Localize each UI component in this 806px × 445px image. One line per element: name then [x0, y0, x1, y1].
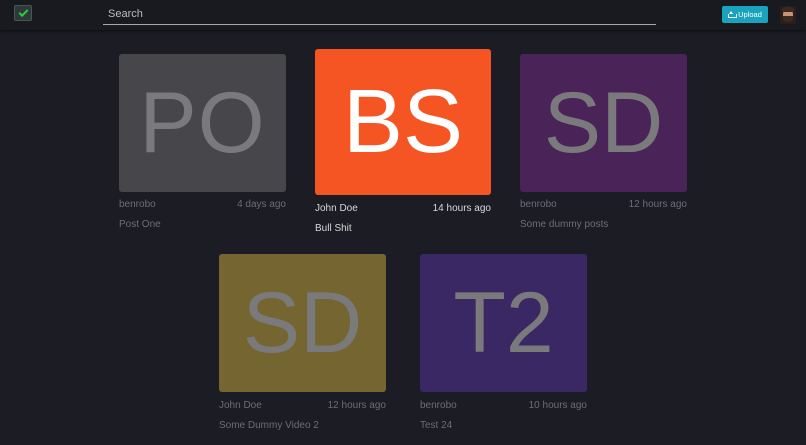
search-bar — [103, 4, 656, 25]
post-meta: benrobo 4 days ago — [119, 199, 286, 210]
post-time: 4 days ago — [237, 199, 286, 210]
upload-button[interactable]: Upload — [722, 6, 768, 23]
post-time: 12 hours ago — [628, 199, 687, 210]
post-title[interactable]: Bull Shit — [315, 223, 352, 234]
post-title[interactable]: Some Dummy Video 2 — [219, 420, 319, 431]
top-navbar: Upload — [0, 0, 806, 30]
post-time: 14 hours ago — [432, 203, 491, 214]
post-thumbnail[interactable]: BS — [315, 49, 491, 195]
post-initials: T2 — [453, 274, 554, 371]
post-thumbnail[interactable]: T2 — [420, 254, 587, 392]
post-thumbnail[interactable]: SD — [219, 254, 386, 392]
post-title[interactable]: Post One — [119, 219, 161, 230]
post-initials: SD — [543, 74, 664, 171]
upload-button-label: Upload — [738, 10, 762, 19]
checkmark-logo-icon[interactable] — [14, 5, 32, 21]
user-avatar[interactable] — [780, 6, 796, 24]
post-title[interactable]: Some dummy posts — [520, 219, 608, 230]
post-thumbnail[interactable]: PO — [119, 54, 286, 192]
search-input[interactable] — [103, 8, 656, 20]
post-author: John Doe — [315, 203, 358, 214]
post-initials: BS — [342, 71, 464, 172]
post-initials: PO — [139, 74, 266, 171]
post-time: 12 hours ago — [327, 400, 386, 411]
post-thumbnail[interactable]: SD — [520, 54, 687, 192]
upload-icon — [728, 11, 738, 18]
post-meta: benrobo 12 hours ago — [520, 199, 687, 210]
post-author: benrobo — [119, 199, 156, 210]
post-meta: benrobo 10 hours ago — [420, 400, 587, 411]
post-meta: John Doe 14 hours ago — [315, 203, 491, 214]
post-author: John Doe — [219, 400, 262, 411]
post-meta: John Doe 12 hours ago — [219, 400, 386, 411]
post-initials: SD — [242, 274, 363, 371]
post-title[interactable]: Test 24 — [420, 420, 452, 431]
post-author: benrobo — [420, 400, 457, 411]
post-time: 10 hours ago — [528, 400, 587, 411]
post-author: benrobo — [520, 199, 557, 210]
